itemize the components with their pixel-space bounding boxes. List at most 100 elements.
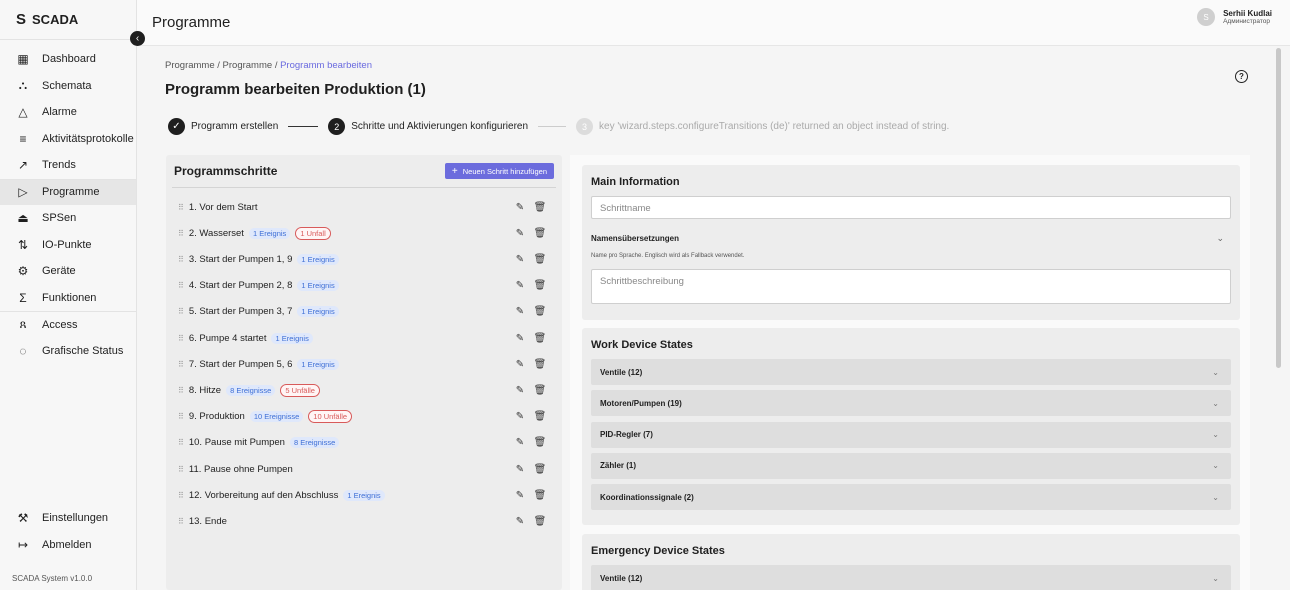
- trash-icon[interactable]: 🗑: [534, 254, 547, 265]
- sidebar-item-programme[interactable]: ▷ Programme: [0, 178, 136, 205]
- drag-handle-icon[interactable]: ⠿: [178, 255, 184, 264]
- emergency-states-accordion[interactable]: Ventile (12) ⌄: [591, 565, 1231, 590]
- drag-handle-icon[interactable]: ⠿: [178, 360, 184, 369]
- drag-handle-icon[interactable]: ⠿: [178, 203, 184, 212]
- trash-icon[interactable]: 🗑: [534, 490, 547, 501]
- pencil-icon[interactable]: ✎: [515, 490, 525, 501]
- step-row[interactable]: ⠿ 11. Pause ohne Pumpen ✎ 🗑: [166, 460, 562, 478]
- wizard-step-3-label[interactable]: key 'wizard.steps.configureTransitions (…: [599, 121, 949, 132]
- chevron-down-icon[interactable]: ⌄: [1216, 233, 1224, 244]
- work-states-accordion[interactable]: Koordinationssignale (2) ⌄: [591, 484, 1231, 511]
- step-row[interactable]: ⠿ 2. Wasserset 1 Ereignis 1 Unfall ✎ 🗑: [166, 224, 562, 242]
- chevron-down-icon: ⌄: [1212, 398, 1219, 408]
- step-actions: ✎ 🗑: [515, 306, 547, 317]
- pencil-icon[interactable]: ✎: [515, 280, 525, 291]
- drag-handle-icon[interactable]: ⠿: [178, 386, 184, 395]
- drag-handle-icon[interactable]: ⠿: [178, 281, 184, 290]
- work-states-accordion[interactable]: Zähler (1) ⌄: [591, 452, 1231, 479]
- user-role: Администратор: [1223, 18, 1270, 25]
- step-actions: ✎ 🗑: [515, 490, 547, 501]
- drag-handle-icon[interactable]: ⠿: [178, 334, 184, 343]
- program-steps-header: Programmschritte + Neuen Schritt hinzufü…: [172, 155, 556, 188]
- step-row[interactable]: ⠿ 3. Start der Pumpen 1, 91 Ereignis ✎ 🗑: [166, 250, 562, 268]
- pencil-icon[interactable]: ✎: [515, 385, 525, 396]
- user-menu[interactable]: S Serhii Kudlai Администратор: [1197, 8, 1272, 26]
- step-row[interactable]: ⠿ 5. Start der Pumpen 3, 71 Ereignis ✎ 🗑: [166, 303, 562, 321]
- drag-handle-icon[interactable]: ⠿: [178, 307, 184, 316]
- sidebar-item-trends[interactable]: ↗ Trends: [0, 152, 136, 179]
- sidebar-item-dashboard[interactable]: ▦ Dashboard: [0, 46, 136, 73]
- pencil-icon[interactable]: ✎: [515, 437, 525, 448]
- step-row[interactable]: ⠿ 13. Ende ✎ 🗑: [166, 512, 562, 530]
- step-row[interactable]: ⠿ 12. Vorbereitung auf den Abschluss 1 Ere…: [166, 486, 562, 504]
- work-states-accordion[interactable]: PID-Regler (7) ⌄: [591, 421, 1231, 448]
- wrench-icon: ⚒: [17, 510, 29, 525]
- step-row[interactable]: ⠿ 9. Produktion 10 Ereignisse 10 Unfälle ✎ 🗑: [166, 408, 562, 426]
- pencil-icon[interactable]: ✎: [515, 359, 525, 370]
- step-name-input[interactable]: Schrittname: [591, 196, 1231, 219]
- sidebar-item-funktionen[interactable]: Σ Funktionen: [0, 285, 136, 312]
- trash-icon[interactable]: 🗑: [534, 464, 547, 475]
- trash-icon[interactable]: 🗑: [534, 306, 547, 317]
- sidebar-item-io-punkte[interactable]: ⇅ IO-Punkte: [0, 232, 136, 259]
- trash-icon[interactable]: 🗑: [534, 516, 547, 527]
- sidebar-item-label: Einstellungen: [42, 511, 109, 524]
- drag-handle-icon[interactable]: ⠿: [178, 517, 184, 526]
- trash-icon[interactable]: 🗑: [534, 228, 547, 239]
- breadcrumb-link-programme-2[interactable]: Programme: [223, 60, 273, 71]
- step-row[interactable]: ⠿ 4. Start der Pumpen 2, 81 Ereignis ✎ 🗑: [166, 277, 562, 295]
- pencil-icon[interactable]: ✎: [515, 202, 525, 213]
- sidebar-item-schemata[interactable]: ⛬ Schemata: [0, 73, 136, 100]
- wizard-stepper: ✓ Programm erstellen 2 Schritte und Akti…: [168, 118, 949, 135]
- work-states-accordion[interactable]: Motoren/Pumpen (19) ⌄: [591, 390, 1231, 417]
- pencil-icon[interactable]: ✎: [515, 254, 525, 265]
- pencil-icon[interactable]: ✎: [515, 411, 525, 422]
- add-step-button[interactable]: + Neuen Schritt hinzufügen: [444, 163, 554, 179]
- page-scrollbar[interactable]: [1276, 48, 1281, 368]
- step-description-input[interactable]: Schrittbeschreibung: [591, 269, 1231, 304]
- drag-handle-icon[interactable]: ⠿: [178, 491, 184, 500]
- list-icon: ≡: [19, 131, 27, 146]
- trash-icon[interactable]: 🗑: [534, 333, 547, 344]
- step-actions: ✎ 🗑: [515, 385, 547, 396]
- sidebar-item-geräte[interactable]: ⚙ Geräte: [0, 258, 136, 285]
- help-icon[interactable]: ?: [1235, 70, 1248, 83]
- breadcrumb-link-programme[interactable]: Programme: [165, 60, 215, 71]
- trash-icon[interactable]: 🗑: [534, 359, 547, 370]
- chevron-left-icon[interactable]: ‹: [130, 31, 145, 46]
- name-translations-label[interactable]: Namensübersetzungen: [591, 234, 679, 243]
- trash-icon[interactable]: 🗑: [534, 385, 547, 396]
- accidents-badge: 10 Unfälle: [308, 410, 353, 424]
- sidebar-item-alarme[interactable]: △ Alarme: [0, 99, 136, 126]
- step-row[interactable]: ⠿ 8. Hitze 8 Ereignisse 5 Unfälle ✎ 🗑: [166, 381, 562, 399]
- trash-icon[interactable]: 🗑: [534, 411, 547, 422]
- sidebar-item-spsen[interactable]: ⏏ SPSen: [0, 205, 136, 232]
- drag-handle-icon[interactable]: ⠿: [178, 465, 184, 474]
- wizard-step-1-label[interactable]: Programm erstellen: [191, 121, 278, 132]
- sidebar-item-label: Trends: [42, 159, 76, 172]
- step-row[interactable]: ⠿ 10. Pause mit Pumpen 8 Ereignisse ✎ 🗑: [166, 434, 562, 452]
- sidebar-item-access[interactable]: ጸ Access: [0, 311, 136, 338]
- step-row[interactable]: ⠿ 1. Vor dem Start ✎ 🗑: [166, 198, 562, 216]
- trash-icon[interactable]: 🗑: [534, 202, 547, 213]
- pencil-icon[interactable]: ✎: [515, 516, 525, 527]
- sidebar-item-einstellungen[interactable]: ⚒ Einstellungen: [0, 504, 137, 531]
- step-row[interactable]: ⠿ 7. Start der Pumpen 5, 61 Ereignis ✎ 🗑: [166, 355, 562, 373]
- step-row[interactable]: ⠿ 6. Pumpe 4 startet 1 Ereignis ✎ 🗑: [166, 329, 562, 347]
- pencil-icon[interactable]: ✎: [515, 228, 525, 239]
- sidebar-item-label: Programme: [42, 186, 100, 199]
- wizard-step-2-label[interactable]: Schritte und Aktivierungen konfigurieren: [351, 121, 528, 132]
- accordion-label: Motoren/Pumpen (19): [600, 398, 682, 408]
- drag-handle-icon[interactable]: ⠿: [178, 412, 184, 421]
- trash-icon[interactable]: 🗑: [534, 280, 547, 291]
- work-states-accordion[interactable]: Ventile (12) ⌄: [591, 359, 1231, 385]
- sidebar-item-grafische-status[interactable]: ◌ Grafische Status: [0, 338, 136, 365]
- pencil-icon[interactable]: ✎: [515, 333, 525, 344]
- sidebar-item-aktivitätsprotokolle[interactable]: ≡ Aktivitätsprotokolle: [0, 126, 136, 153]
- trash-icon[interactable]: 🗑: [534, 437, 547, 448]
- drag-handle-icon[interactable]: ⠿: [178, 438, 184, 447]
- pencil-icon[interactable]: ✎: [515, 306, 525, 317]
- drag-handle-icon[interactable]: ⠿: [178, 229, 184, 238]
- pencil-icon[interactable]: ✎: [515, 464, 525, 475]
- sidebar-item-abmelden[interactable]: ↦ Abmelden: [0, 531, 137, 558]
